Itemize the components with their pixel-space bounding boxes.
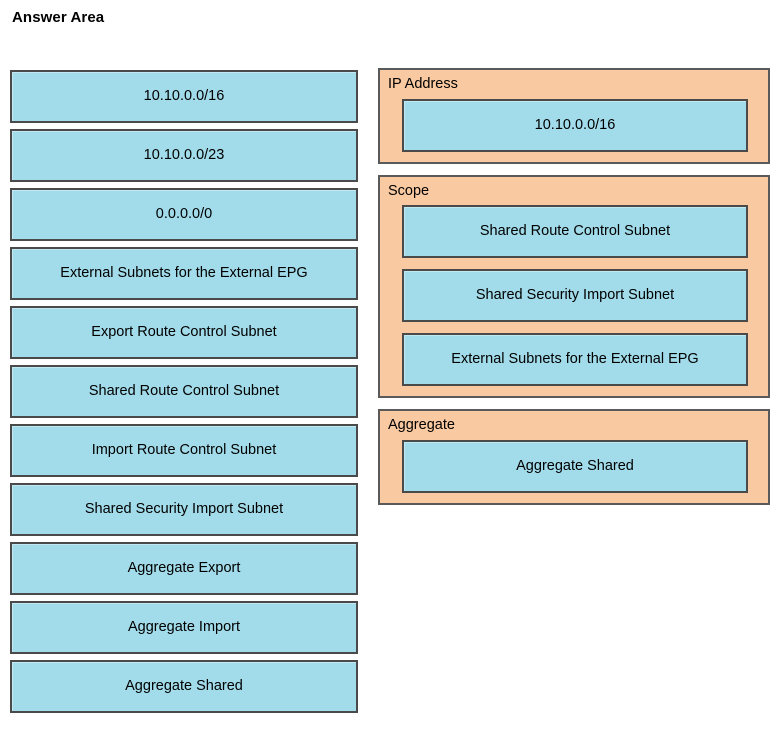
drop-panel-body: Aggregate Shared bbox=[380, 439, 768, 493]
option-tile[interactable]: Import Route Control Subnet bbox=[10, 424, 358, 477]
dropped-tile[interactable]: 10.10.0.0/16 bbox=[402, 98, 748, 152]
option-tile[interactable]: Aggregate Shared bbox=[10, 660, 358, 713]
dropped-tile[interactable]: Shared Route Control Subnet bbox=[402, 205, 748, 258]
drop-panel-label: Scope bbox=[388, 182, 430, 199]
option-tile[interactable]: Shared Security Import Subnet bbox=[10, 483, 358, 536]
dropped-tile[interactable]: Aggregate Shared bbox=[402, 439, 748, 493]
drop-panel-body: Shared Route Control Subnet Shared Secur… bbox=[380, 205, 768, 386]
dropped-tile[interactable]: Shared Security Import Subnet bbox=[402, 269, 748, 322]
page-title: Answer Area bbox=[12, 9, 105, 26]
option-tile[interactable]: Export Route Control Subnet bbox=[10, 306, 358, 359]
option-tile[interactable]: External Subnets for the External EPG bbox=[10, 247, 358, 300]
option-tile[interactable]: Aggregate Import bbox=[10, 601, 358, 654]
drop-panel-scope[interactable]: Scope Shared Route Control Subnet Shared… bbox=[378, 174, 770, 398]
option-tile[interactable]: Aggregate Export bbox=[10, 542, 358, 595]
drop-panel-label: IP Address bbox=[388, 76, 458, 92]
option-tile[interactable]: 10.10.0.0/23 bbox=[10, 129, 358, 182]
drop-panel-ip-address[interactable]: IP Address 10.10.0.0/16 bbox=[378, 68, 770, 164]
option-tile[interactable]: Shared Route Control Subnet bbox=[10, 365, 358, 418]
dropped-tile[interactable]: External Subnets for the External EPG bbox=[402, 333, 748, 386]
drop-panel-aggregate[interactable]: Aggregate Aggregate Shared bbox=[378, 409, 770, 505]
drop-panel-body: 10.10.0.0/16 bbox=[380, 98, 768, 152]
drop-target-panels: IP Address 10.10.0.0/16 Scope Shared Rou… bbox=[378, 68, 770, 516]
option-tile[interactable]: 0.0.0.0/0 bbox=[10, 188, 358, 241]
option-tile[interactable]: 10.10.0.0/16 bbox=[10, 70, 358, 123]
drop-panel-label: Aggregate bbox=[388, 417, 455, 433]
draggable-options-list: 10.10.0.0/16 10.10.0.0/23 0.0.0.0/0 Exte… bbox=[10, 70, 358, 719]
